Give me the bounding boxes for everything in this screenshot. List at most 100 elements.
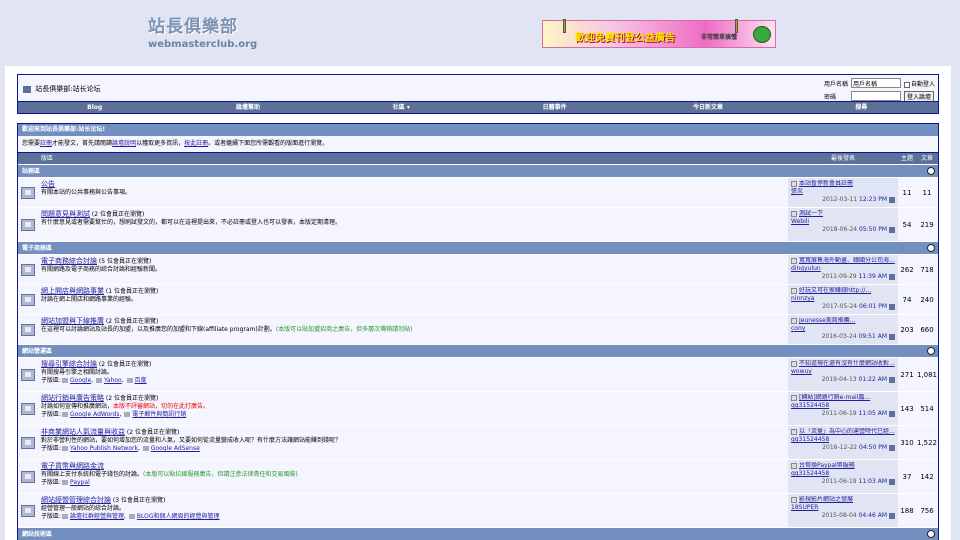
folder-icon: [21, 436, 35, 449]
go-to-post-icon[interactable]: [889, 333, 895, 340]
forum-title[interactable]: 公告: [41, 180, 55, 188]
username-label: 用戶名稱: [824, 81, 849, 88]
forum-title[interactable]: 問題意見與測試: [41, 210, 90, 218]
last-post-title[interactable]: 台幣換Paypal幣服務: [799, 462, 855, 469]
home-icon[interactable]: [23, 85, 31, 93]
forum-title[interactable]: 網站加盟與下線推廣: [41, 317, 104, 325]
subforum-link[interactable]: 論壇社群經營與管理: [70, 513, 124, 520]
username-input[interactable]: [851, 78, 901, 88]
forum-title[interactable]: 電子貨幣與網路金流: [41, 462, 104, 470]
last-post-time: 04:50 PM: [859, 444, 887, 451]
go-to-post-icon[interactable]: [889, 444, 895, 451]
last-post-author[interactable]: wowuy: [791, 368, 812, 375]
go-to-post-icon[interactable]: [889, 512, 895, 519]
go-to-post-icon[interactable]: [889, 226, 895, 233]
collapse-icon[interactable]: [927, 167, 935, 175]
last-post-title[interactable]: 不知道現在還有沒有什麼網站收對...: [799, 360, 895, 367]
checkbox-icon[interactable]: [904, 81, 910, 88]
subforum-link[interactable]: Yahoo: [104, 377, 122, 384]
last-post-time: 06:01 PM: [859, 303, 887, 310]
last-post-author[interactable]: cony: [791, 325, 805, 332]
subforum-link[interactable]: 百度: [135, 377, 147, 384]
forum-title[interactable]: 搜尋引擎綜合討論: [41, 360, 97, 368]
last-post-title[interactable]: 好玩又可在家賺錢http://...: [799, 287, 871, 294]
subforum-link[interactable]: BLOG和個人網頁的經營與管理: [137, 513, 220, 520]
last-post-author[interactable]: 18SUPER: [791, 504, 818, 511]
post-count: 11: [916, 178, 938, 207]
collapse-icon[interactable]: [927, 347, 935, 355]
frog-icon: [753, 26, 771, 43]
last-post-author[interactable]: dingyulun: [791, 265, 821, 272]
forum-row: 網上開店與網路事業 (1 位會員正在瀏覽) 討論在網上開店和網路事業的經驗。 好…: [18, 284, 938, 314]
last-post-author[interactable]: ninnzya: [791, 295, 814, 302]
last-post-time: 09:51 AM: [858, 333, 887, 340]
forum-table: 歡迎來到站長俱樂部:站长论坛! 您需要註冊才能發文，首先請閱讀論壇說明以獲取更多…: [17, 123, 939, 540]
last-post-author[interactable]: 張炎: [791, 188, 803, 195]
forum-row: 問題意見與測試 (2 位會員正在瀏覽) 有什麼意見或者需要幫忙的，想刷試發文的，…: [18, 207, 938, 241]
subforum-link[interactable]: 電子郵件與簡訊行銷: [132, 411, 186, 418]
menu-search[interactable]: 搜尋: [785, 102, 938, 113]
forum-info: 網站經營管理綜合討論 (3 位會員正在瀏覽) 經營管理一般網站的綜合討論。 子版區…: [38, 494, 788, 527]
subforum-link[interactable]: Google AdSense: [151, 445, 200, 452]
register-link[interactable]: 註冊: [40, 140, 52, 147]
subforums: 子版區: Yahoo Publish Network, Google AdSens…: [41, 445, 200, 452]
last-post-title[interactable]: 寬寬展售海外動畫、韓國分公司海...: [799, 257, 895, 264]
collapse-icon[interactable]: [927, 530, 935, 538]
last-post-title[interactable]: 測試一下: [799, 210, 823, 217]
forum-title[interactable]: 電子商務綜合討論: [41, 257, 97, 265]
subforum-link[interactable]: Google: [70, 377, 91, 384]
last-post-title[interactable]: 影視影片網站之發展: [799, 496, 853, 503]
menu-help[interactable]: 論壇幫助: [171, 102, 324, 113]
last-post-author[interactable]: qq31524458: [791, 470, 829, 477]
menu-community[interactable]: 社區 ▾: [325, 102, 478, 113]
forum-viewers: (5 位會員正在瀏覽): [98, 258, 152, 265]
register-here-link[interactable]: 按此註冊: [184, 140, 208, 147]
forum-title[interactable]: 網站行銷與廣告策略: [41, 394, 104, 402]
site-logo[interactable]: 站長俱樂部 webmasterclub.org: [148, 12, 257, 56]
last-post-title[interactable]: Jeunesse美商推薦...: [799, 317, 855, 324]
post-icon: [791, 428, 797, 435]
go-to-post-icon[interactable]: [889, 410, 895, 417]
last-post-author[interactable]: qq31524458: [791, 436, 829, 443]
section-header: 電子商務區: [18, 241, 938, 254]
last-post: 台幣換Paypal幣服務 qq31524458 2011-06-19 11:03…: [788, 460, 898, 493]
go-to-post-icon[interactable]: [889, 273, 895, 280]
go-to-post-icon[interactable]: [889, 376, 895, 383]
last-post-title[interactable]: 本站暫停新會員註冊: [799, 180, 853, 187]
collapse-icon[interactable]: [927, 244, 935, 252]
subforum-icon: [128, 514, 135, 519]
menu-new-posts[interactable]: 今日新文章: [631, 102, 784, 113]
menu-blog[interactable]: Blog: [18, 102, 171, 113]
faq-link[interactable]: 論壇說明: [112, 140, 136, 147]
subforums: 子版區: Google, Yahoo, 百度: [41, 377, 147, 384]
ad-banner[interactable]: 歡迎免費刊登公益廣告 非常簡單搞懂: [542, 19, 776, 48]
section-title[interactable]: 站務區: [22, 168, 40, 175]
forum-title[interactable]: 非商業網站人氣流量與收益: [41, 428, 125, 436]
forum-description: 討論在網上開店和網路事業的經驗。: [41, 296, 138, 303]
last-post-title[interactable]: [轉貼]網路行銷e-mail篇...: [799, 394, 870, 401]
post-count: 1,522: [916, 426, 938, 459]
section-title[interactable]: 網站技術區: [22, 531, 52, 538]
last-post-author[interactable]: qq31524458: [791, 402, 829, 409]
forum-title[interactable]: 網站經營管理綜合討論: [41, 496, 111, 504]
subforum-icon: [62, 514, 69, 519]
subforum-link[interactable]: Google AdWords: [70, 411, 119, 418]
last-post-title[interactable]: 以「流量」為中心的運營時代已經...: [799, 428, 895, 435]
section-title[interactable]: 網站營運區: [22, 348, 52, 355]
go-to-post-icon[interactable]: [889, 196, 895, 203]
password-input[interactable]: [851, 91, 901, 101]
forum-viewers: (2 位會員正在瀏覽): [105, 318, 159, 325]
section-title[interactable]: 電子商務區: [22, 245, 52, 252]
last-post-time: 12:23 PM: [859, 196, 887, 203]
menu-calendar[interactable]: 日曆事件: [478, 102, 631, 113]
go-to-post-icon[interactable]: [889, 478, 895, 485]
breadcrumb-site[interactable]: 站長俱樂部: [35, 85, 70, 93]
last-post-author[interactable]: Webili: [791, 218, 809, 225]
subforum-link[interactable]: Yahoo Publish Network: [70, 445, 138, 452]
forum-info: 問題意見與測試 (2 位會員正在瀏覽) 有什麼意見或者需要幫忙的，想刷試發文的，…: [38, 208, 788, 241]
forum-title[interactable]: 網上開店與網路事業: [41, 287, 104, 295]
subforum-link[interactable]: Paypal: [70, 479, 90, 486]
go-to-post-icon[interactable]: [889, 303, 895, 310]
header-last-post: 最後發表: [830, 155, 855, 162]
remember-checkbox[interactable]: 自動登入: [904, 79, 935, 88]
